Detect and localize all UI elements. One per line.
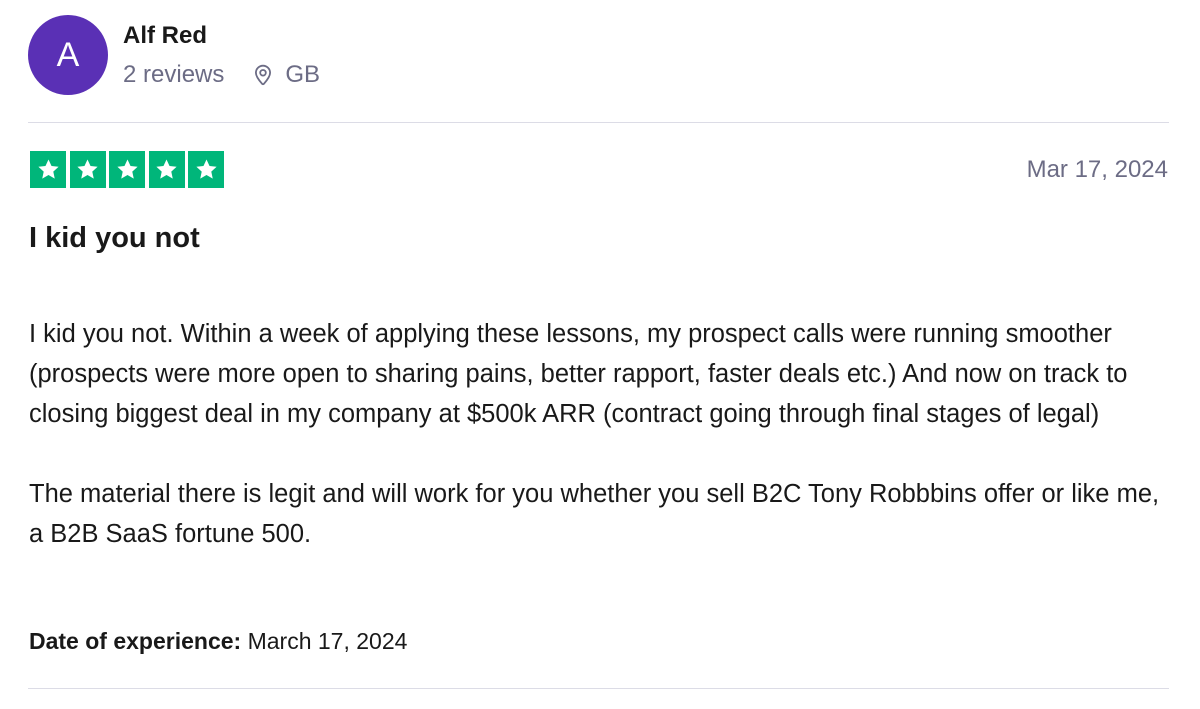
review-date: Mar 17, 2024 <box>1026 156 1168 183</box>
consumer-name[interactable]: Alf Red <box>123 21 320 51</box>
review-title[interactable]: I kid you not <box>29 220 200 256</box>
star-icon <box>109 151 145 188</box>
consumer-meta: 2 reviews GB <box>123 60 320 90</box>
star-icon <box>148 151 185 188</box>
star-rating <box>30 151 224 188</box>
date-of-experience-value: March 17, 2024 <box>241 628 408 654</box>
consumer-profile[interactable]: A Alf Red 2 reviews GB <box>28 10 320 100</box>
avatar[interactable]: A <box>28 15 108 95</box>
date-of-experience-label: Date of experience: <box>29 628 242 654</box>
divider-top <box>28 122 1169 123</box>
star-icon <box>30 151 66 188</box>
star-icon <box>188 151 224 188</box>
location-pin-icon <box>251 63 275 87</box>
review-card: A Alf Red 2 reviews GB Mar 17, 2024 I ki… <box>0 0 1200 709</box>
review-paragraph-2: The material there is legit and will wor… <box>29 480 1160 548</box>
date-of-experience: Date of experience: March 17, 2024 <box>29 626 407 656</box>
review-body: I kid you not. Within a week of applying… <box>29 314 1174 554</box>
consumer-location: GB <box>251 60 320 90</box>
consumer-info: Alf Red 2 reviews GB <box>123 21 320 90</box>
divider-bottom <box>28 688 1169 689</box>
country-code: GB <box>285 60 321 88</box>
review-paragraph-1: I kid you not. Within a week of applying… <box>29 320 1128 428</box>
reviews-count: 2 reviews <box>123 60 225 88</box>
star-icon <box>69 151 106 188</box>
